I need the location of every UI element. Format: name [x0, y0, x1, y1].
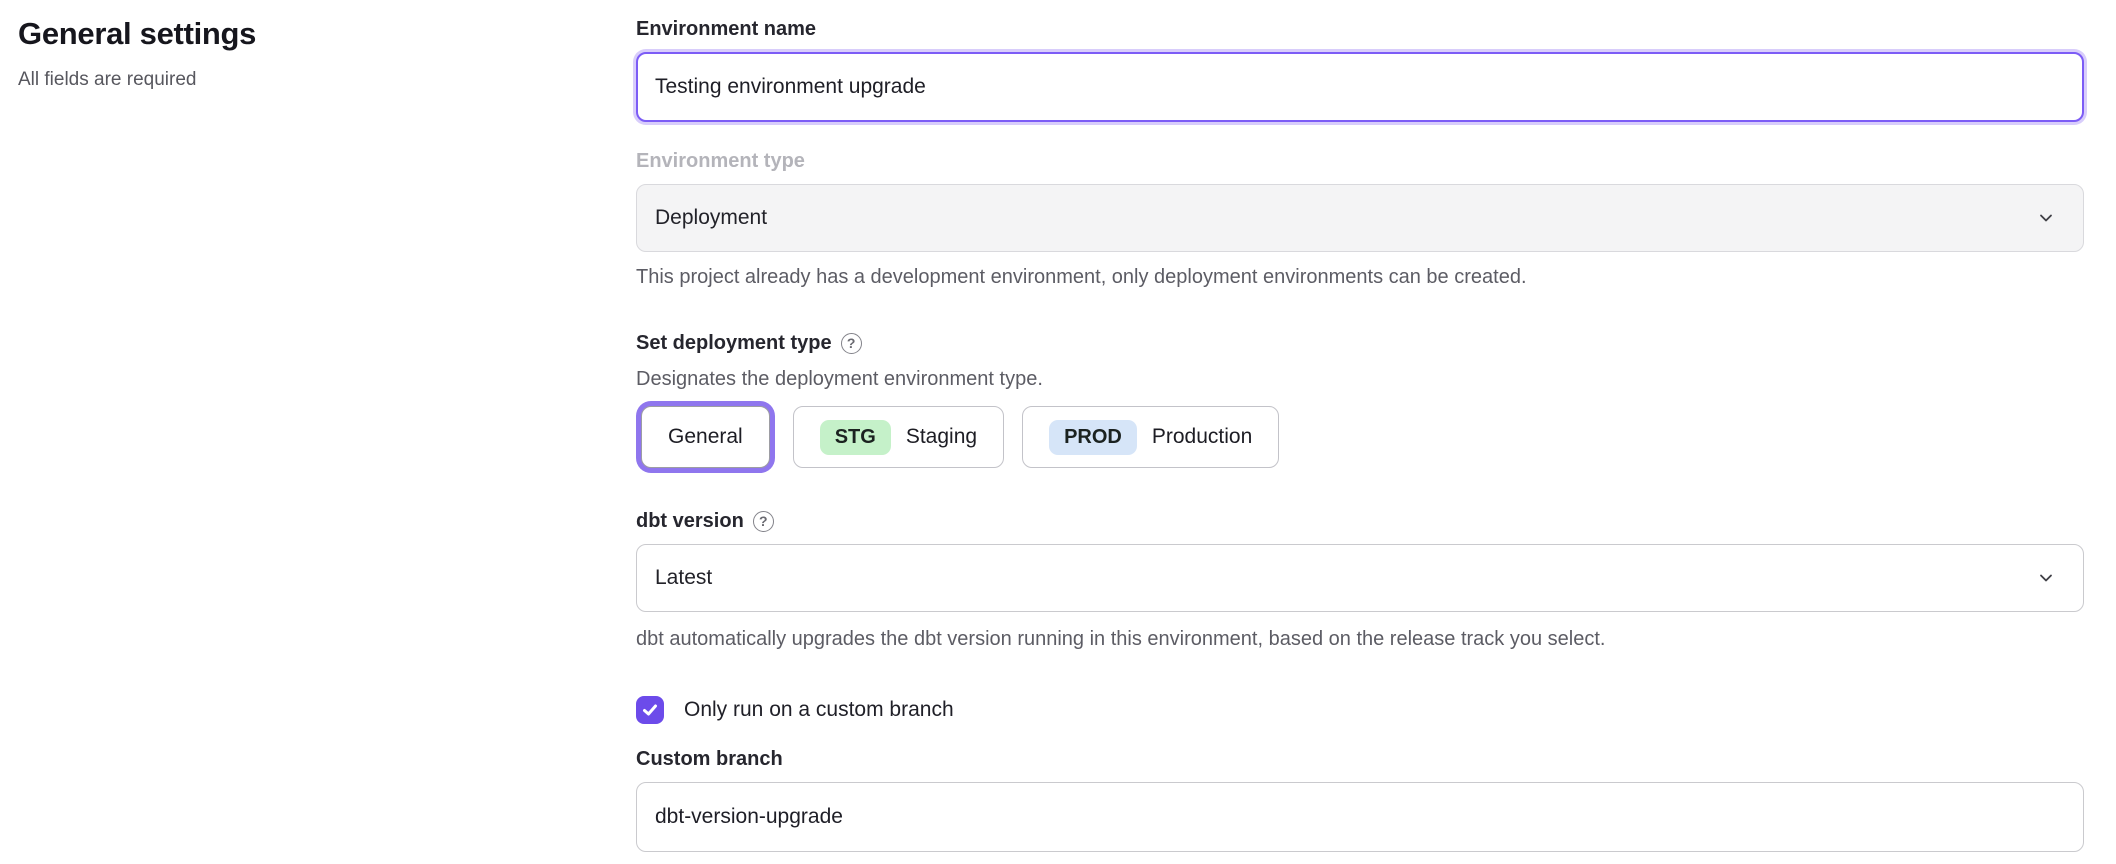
chevron-down-icon [2035, 207, 2057, 229]
production-badge: PROD [1049, 420, 1137, 455]
dbt-version-label-text: dbt version [636, 508, 744, 534]
production-button-label: Production [1152, 425, 1252, 449]
custom-branch-label: Custom branch [636, 746, 2084, 772]
dbt-version-label: dbt version ? [636, 508, 2084, 534]
deployment-type-description: Designates the deployment environment ty… [636, 366, 2084, 392]
environment-type-value: Deployment [655, 206, 767, 230]
help-icon[interactable]: ? [841, 333, 862, 354]
page-header: General settings All fields are required [18, 14, 578, 92]
deployment-type-production-button[interactable]: PROD Production [1022, 406, 1279, 468]
custom-branch-checkbox-label: Only run on a custom branch [684, 696, 954, 724]
environment-type-select[interactable]: Deployment [636, 184, 2084, 252]
dbt-version-help: dbt automatically upgrades the dbt versi… [636, 626, 2084, 652]
environment-settings-form: Environment name Environment type Deploy… [636, 0, 2084, 852]
dbt-version-value: Latest [655, 566, 712, 590]
deployment-type-general-button[interactable]: General [641, 406, 770, 468]
help-icon[interactable]: ? [753, 511, 774, 532]
dbt-version-select[interactable]: Latest [636, 544, 2084, 612]
environment-type-help: This project already has a development e… [636, 264, 2084, 290]
deployment-type-staging-button[interactable]: STG Staging [793, 406, 1004, 468]
custom-branch-input[interactable] [636, 782, 2084, 852]
staging-button-label: Staging [906, 425, 977, 449]
custom-branch-checkbox-row[interactable]: Only run on a custom branch [636, 696, 2084, 724]
general-button-label: General [668, 425, 743, 449]
chevron-down-icon [2035, 567, 2057, 589]
environment-name-label: Environment name [636, 16, 2084, 42]
deployment-type-label: Set deployment type ? [636, 330, 2084, 356]
environment-type-label: Environment type [636, 148, 2084, 174]
deployment-type-label-text: Set deployment type [636, 330, 832, 356]
staging-badge: STG [820, 420, 891, 455]
environment-name-input[interactable] [636, 52, 2084, 122]
page-subtitle: All fields are required [18, 68, 578, 92]
checkbox-checked-icon[interactable] [636, 696, 664, 724]
deployment-type-options: General STG Staging PROD Production [636, 406, 2084, 468]
page-title: General settings [18, 14, 578, 54]
